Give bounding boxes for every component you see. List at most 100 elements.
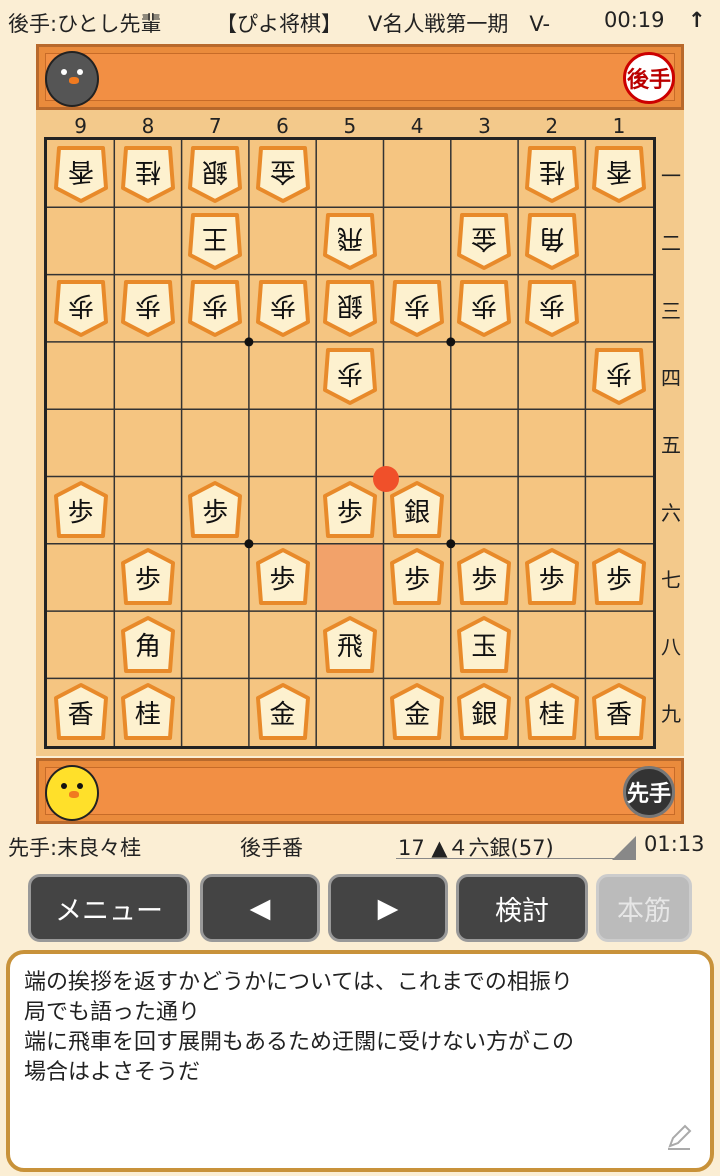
piece-sente-56[interactable]: 歩 (322, 480, 377, 540)
file-label: 3 (478, 114, 491, 138)
piece-gote-83[interactable]: 歩 (120, 278, 175, 338)
next-move-button[interactable]: ▶ (328, 874, 448, 942)
comment-line: 端の挨拶を返すかどうかについては、これまでの相振り (24, 970, 573, 995)
piece-label: 桂 (134, 156, 161, 187)
piece-label: 歩 (471, 564, 498, 595)
piece-label: 歩 (202, 497, 229, 528)
piece-gote-14[interactable]: 歩 (592, 346, 647, 406)
gote-hand-area: 後手 (36, 44, 684, 110)
piece-sente-46[interactable]: 銀 (390, 480, 445, 540)
piece-sente-69[interactable]: 金 (255, 682, 310, 742)
app-name: 【ぴよ将棋】 (216, 12, 342, 36)
move-dropdown-icon[interactable] (612, 836, 636, 860)
gote-badge: 後手 (623, 52, 675, 104)
piece-gote-43[interactable]: 歩 (390, 278, 445, 338)
piece-label: 歩 (67, 497, 94, 528)
piece-sente-17[interactable]: 歩 (592, 547, 647, 607)
rank-label: 七 (661, 567, 681, 592)
gray-bird-icon[interactable] (45, 51, 99, 107)
piece-label: 歩 (134, 290, 161, 321)
rank-label: 三 (661, 298, 681, 323)
piece-sente-38[interactable]: 玉 (457, 615, 512, 675)
piece-sente-47[interactable]: 歩 (390, 547, 445, 607)
piece-gote-72[interactable]: 王 (188, 211, 243, 271)
piece-sente-88[interactable]: 角 (120, 615, 175, 675)
piece-gote-21[interactable]: 桂 (524, 144, 579, 204)
menu-button[interactable]: メニュー (28, 874, 190, 942)
piece-gote-93[interactable]: 歩 (53, 278, 108, 338)
piece-gote-63[interactable]: 歩 (255, 278, 310, 338)
analyze-button[interactable]: 検討 (456, 874, 588, 942)
piece-gote-52[interactable]: 飛 (322, 211, 377, 271)
piece-label: 歩 (336, 497, 363, 528)
piece-gote-61[interactable]: 金 (255, 144, 310, 204)
piece-gote-91[interactable]: 香 (53, 144, 108, 204)
flip-board-icon[interactable]: ↑ (688, 8, 706, 32)
piece-label: 香 (606, 156, 633, 187)
piece-gote-53[interactable]: 銀 (322, 278, 377, 338)
rank-label: 六 (661, 500, 681, 525)
rank-label: 四 (661, 365, 681, 390)
piece-label: 角 (538, 223, 565, 254)
shogi-board[interactable]: 香桂銀金桂香王飛金角歩歩歩歩銀歩歩歩歩歩歩歩歩銀歩歩歩歩歩歩角飛玉香桂金金銀桂香 (44, 137, 656, 749)
piece-sente-76[interactable]: 歩 (188, 480, 243, 540)
piece-label: 銀 (336, 290, 363, 321)
piece-label: 香 (67, 699, 94, 730)
rank-label: 五 (661, 433, 681, 458)
piece-sente-37[interactable]: 歩 (457, 547, 512, 607)
piece-sente-99[interactable]: 香 (53, 682, 108, 742)
rank-label: 一 (661, 164, 681, 188)
piece-gote-54[interactable]: 歩 (322, 346, 377, 406)
file-label: 1 (612, 114, 626, 138)
file-label: 8 (141, 114, 155, 138)
piece-sente-89[interactable]: 桂 (120, 682, 175, 742)
piece-label: 玉 (471, 632, 498, 663)
piece-label: 香 (606, 699, 633, 730)
turn-indicator: 後手番 (240, 836, 303, 860)
pencil-icon[interactable] (664, 1122, 694, 1152)
piece-sente-87[interactable]: 歩 (120, 547, 175, 607)
piece-label: 金 (269, 699, 296, 730)
yellow-chick-icon[interactable] (45, 765, 99, 821)
piece-label: 銀 (471, 699, 498, 730)
piece-label: 歩 (336, 358, 363, 389)
piece-gote-33[interactable]: 歩 (457, 278, 512, 338)
file-label: 4 (410, 114, 424, 138)
piece-sente-27[interactable]: 歩 (524, 547, 579, 607)
star-point (446, 539, 456, 549)
file-label: 2 (545, 114, 559, 138)
piece-gote-23[interactable]: 歩 (524, 278, 579, 338)
piece-sente-58[interactable]: 飛 (322, 615, 377, 675)
piece-sente-19[interactable]: 香 (592, 682, 647, 742)
sente-badge: 先手 (623, 766, 675, 818)
piece-label: 角 (134, 632, 161, 663)
piece-label: 歩 (404, 564, 431, 595)
piece-sente-49[interactable]: 金 (390, 682, 445, 742)
sente-clock: 01:13 (644, 832, 705, 856)
event-title: V名人戦第一期 V- (368, 12, 551, 36)
piece-gote-71[interactable]: 銀 (188, 144, 243, 204)
piece-gote-81[interactable]: 桂 (120, 144, 175, 204)
opponent-name: 後手:ひとし先輩 (8, 12, 162, 36)
piece-sente-29[interactable]: 桂 (524, 682, 579, 742)
prev-move-button[interactable]: ◀ (200, 874, 320, 942)
piece-gote-22[interactable]: 角 (524, 211, 579, 271)
mainline-button[interactable]: 本筋 (596, 874, 692, 942)
piece-label: 桂 (538, 699, 565, 730)
piece-sente-96[interactable]: 歩 (53, 480, 108, 540)
comment-line: 端に飛車を回す展開もあるため迂闊に受けない方がこの (24, 1030, 575, 1055)
piece-label: 桂 (134, 699, 161, 730)
piece-sente-39[interactable]: 銀 (457, 682, 512, 742)
piece-label: 銀 (202, 156, 229, 187)
piece-gote-73[interactable]: 歩 (188, 278, 243, 338)
piece-label: 歩 (269, 564, 296, 595)
piece-gote-32[interactable]: 金 (457, 211, 512, 271)
piece-label: 銀 (404, 497, 431, 528)
comment-line: 場合はよさそうだ (24, 1060, 201, 1085)
star-point (244, 337, 254, 347)
piece-sente-67[interactable]: 歩 (255, 547, 310, 607)
piece-label: 歩 (471, 290, 498, 321)
comment-box[interactable]: 端の挨拶を返すかどうかについては、これまでの相振り 局でも語った通り 端に飛車を… (6, 950, 714, 1172)
current-move[interactable]: 17 ▲４六銀(57) (398, 832, 554, 862)
piece-gote-11[interactable]: 香 (592, 144, 647, 204)
